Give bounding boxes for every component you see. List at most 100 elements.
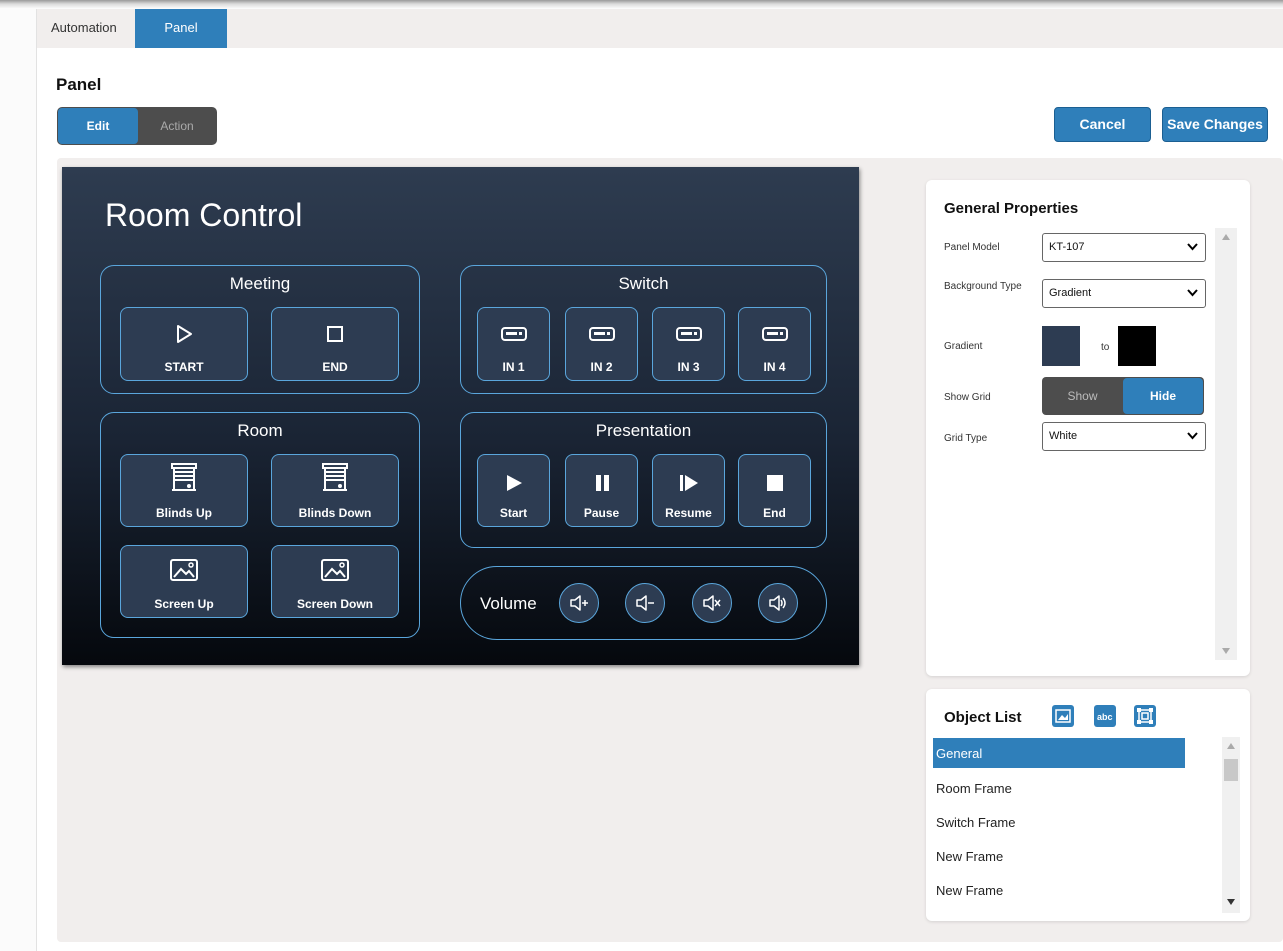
window-top-edge xyxy=(0,0,1283,9)
switch-input-3-label: IN 3 xyxy=(677,360,700,374)
scroll-down-arrow-icon[interactable] xyxy=(1222,648,1230,654)
volume-up-icon xyxy=(570,595,588,611)
left-rail xyxy=(0,9,37,951)
presentation-start-button[interactable]: Start xyxy=(477,454,550,527)
mute-button[interactable] xyxy=(692,583,732,623)
presentation-resume-button[interactable]: Resume xyxy=(652,454,725,527)
save-changes-button[interactable]: Save Changes xyxy=(1162,107,1268,142)
stop-icon xyxy=(766,475,783,491)
meeting-start-label: START xyxy=(164,360,204,374)
blinds-up-label: Blinds Up xyxy=(156,506,212,520)
action-mode-button[interactable]: Action xyxy=(138,108,216,144)
switch-input-4-label: IN 4 xyxy=(763,360,786,374)
image-icon xyxy=(1055,709,1071,723)
tab-panel[interactable]: Panel xyxy=(135,9,227,48)
switch-input-2-label: IN 2 xyxy=(590,360,613,374)
object-list-title: Object List xyxy=(944,709,1022,726)
switch-input-1-button[interactable]: IN 1 xyxy=(477,307,550,381)
background-type-select[interactable]: Gradient xyxy=(1042,279,1206,308)
volume-up-button[interactable] xyxy=(559,583,599,623)
general-properties-card: General Properties Panel Model KT-107 Ba… xyxy=(926,180,1250,676)
screen-up-label: Screen Up xyxy=(154,597,214,611)
grid-type-select[interactable]: White xyxy=(1042,422,1206,451)
scroll-down-arrow-icon[interactable] xyxy=(1227,899,1235,905)
gradient-end-swatch[interactable] xyxy=(1118,326,1156,366)
object-list-item-room-frame[interactable]: Room Frame xyxy=(933,773,1185,803)
frame-icon xyxy=(1137,708,1153,724)
chevron-down-icon xyxy=(1187,289,1198,297)
presentation-end-button[interactable]: End xyxy=(738,454,811,527)
properties-scrollbar[interactable] xyxy=(1215,228,1237,660)
volume-label: Volume xyxy=(480,594,537,613)
svg-text:abc: abc xyxy=(1097,712,1113,722)
play-outline-icon xyxy=(177,325,192,343)
grid-type-label: Grid Type xyxy=(944,433,988,444)
meeting-start-button[interactable]: START xyxy=(120,307,248,381)
screen-down-button[interactable]: Screen Down xyxy=(271,545,399,618)
play-icon xyxy=(506,475,522,491)
chevron-down-icon xyxy=(1187,432,1198,440)
scroll-up-arrow-icon[interactable] xyxy=(1222,234,1230,240)
volume-down-icon xyxy=(636,595,654,611)
hdmi-input-icon xyxy=(500,327,527,341)
presentation-pause-label: Pause xyxy=(583,506,620,520)
mode-toggle: Edit Action xyxy=(57,107,217,145)
panel-title: Room Control xyxy=(105,197,303,233)
volume-loud-button[interactable] xyxy=(758,583,798,623)
switch-input-2-button[interactable]: IN 2 xyxy=(565,307,638,381)
scroll-up-arrow-icon[interactable] xyxy=(1227,743,1235,749)
switch-frame-title: Switch xyxy=(618,274,669,293)
presentation-pause-button[interactable]: Pause xyxy=(565,454,638,527)
blinds-icon xyxy=(322,463,348,491)
chevron-down-icon xyxy=(1187,243,1198,251)
add-image-button[interactable] xyxy=(1052,705,1074,727)
object-list-item-new-frame[interactable]: New Frame xyxy=(933,875,1185,905)
add-frame-button[interactable] xyxy=(1134,705,1156,727)
stop-outline-icon xyxy=(327,326,343,342)
blinds-up-button[interactable]: Blinds Up xyxy=(120,454,248,527)
blinds-icon xyxy=(171,463,197,491)
panel-model-select[interactable]: KT-107 xyxy=(1042,233,1206,262)
object-list-scrollbar[interactable] xyxy=(1222,737,1240,913)
switch-input-1-label: IN 1 xyxy=(502,360,525,374)
switch-input-4-button[interactable]: IN 4 xyxy=(738,307,811,381)
pause-icon xyxy=(595,475,609,491)
hdmi-input-icon xyxy=(761,327,788,341)
panel-model-value: KT-107 xyxy=(1049,241,1085,253)
edit-mode-button[interactable]: Edit xyxy=(58,108,138,144)
meeting-frame-title: Meeting xyxy=(229,274,291,293)
gradient-label: Gradient xyxy=(944,341,983,352)
object-list-scroll-thumb[interactable] xyxy=(1224,759,1238,781)
add-text-button[interactable]: abc xyxy=(1094,705,1116,727)
mute-icon xyxy=(703,595,721,611)
blinds-down-button[interactable]: Blinds Down xyxy=(271,454,399,527)
gradient-to-label: to xyxy=(1101,342,1110,353)
presentation-frame-title: Presentation xyxy=(595,421,692,440)
volume-frame[interactable]: Volume xyxy=(460,566,827,640)
image-screen-icon xyxy=(321,559,349,581)
object-list-item-switch-frame[interactable]: Switch Frame xyxy=(933,807,1185,837)
meeting-end-label: END xyxy=(322,360,348,374)
general-properties-title: General Properties xyxy=(944,200,1079,217)
object-list-item-general[interactable]: General xyxy=(933,738,1185,768)
text-icon: abc xyxy=(1097,712,1113,722)
image-screen-icon xyxy=(170,559,198,581)
gradient-start-swatch[interactable] xyxy=(1042,326,1080,366)
room-control-panel[interactable]: Room Control Meeting START END Switch IN… xyxy=(62,167,859,665)
meeting-end-button[interactable]: END xyxy=(271,307,399,381)
switch-input-3-button[interactable]: IN 3 xyxy=(652,307,725,381)
show-grid-show-option[interactable]: Show xyxy=(1042,377,1123,415)
object-list-item-new-frame[interactable]: New Frame xyxy=(933,841,1185,871)
screen-up-button[interactable]: Screen Up xyxy=(120,545,248,618)
show-grid-hide-option[interactable]: Hide xyxy=(1123,378,1203,414)
object-list-card: Object List abc General Room Frame Switc… xyxy=(926,689,1250,921)
screen-down-label: Screen Down xyxy=(296,597,374,611)
tab-bar: Automation Panel xyxy=(37,9,1283,48)
panel-model-label: Panel Model xyxy=(944,242,1000,253)
presentation-end-label: End xyxy=(763,506,786,520)
background-type-value: Gradient xyxy=(1049,287,1092,299)
room-frame-title: Room xyxy=(237,421,283,440)
tab-automation[interactable]: Automation xyxy=(51,20,117,35)
volume-down-button[interactable] xyxy=(625,583,665,623)
cancel-button[interactable]: Cancel xyxy=(1054,107,1151,142)
